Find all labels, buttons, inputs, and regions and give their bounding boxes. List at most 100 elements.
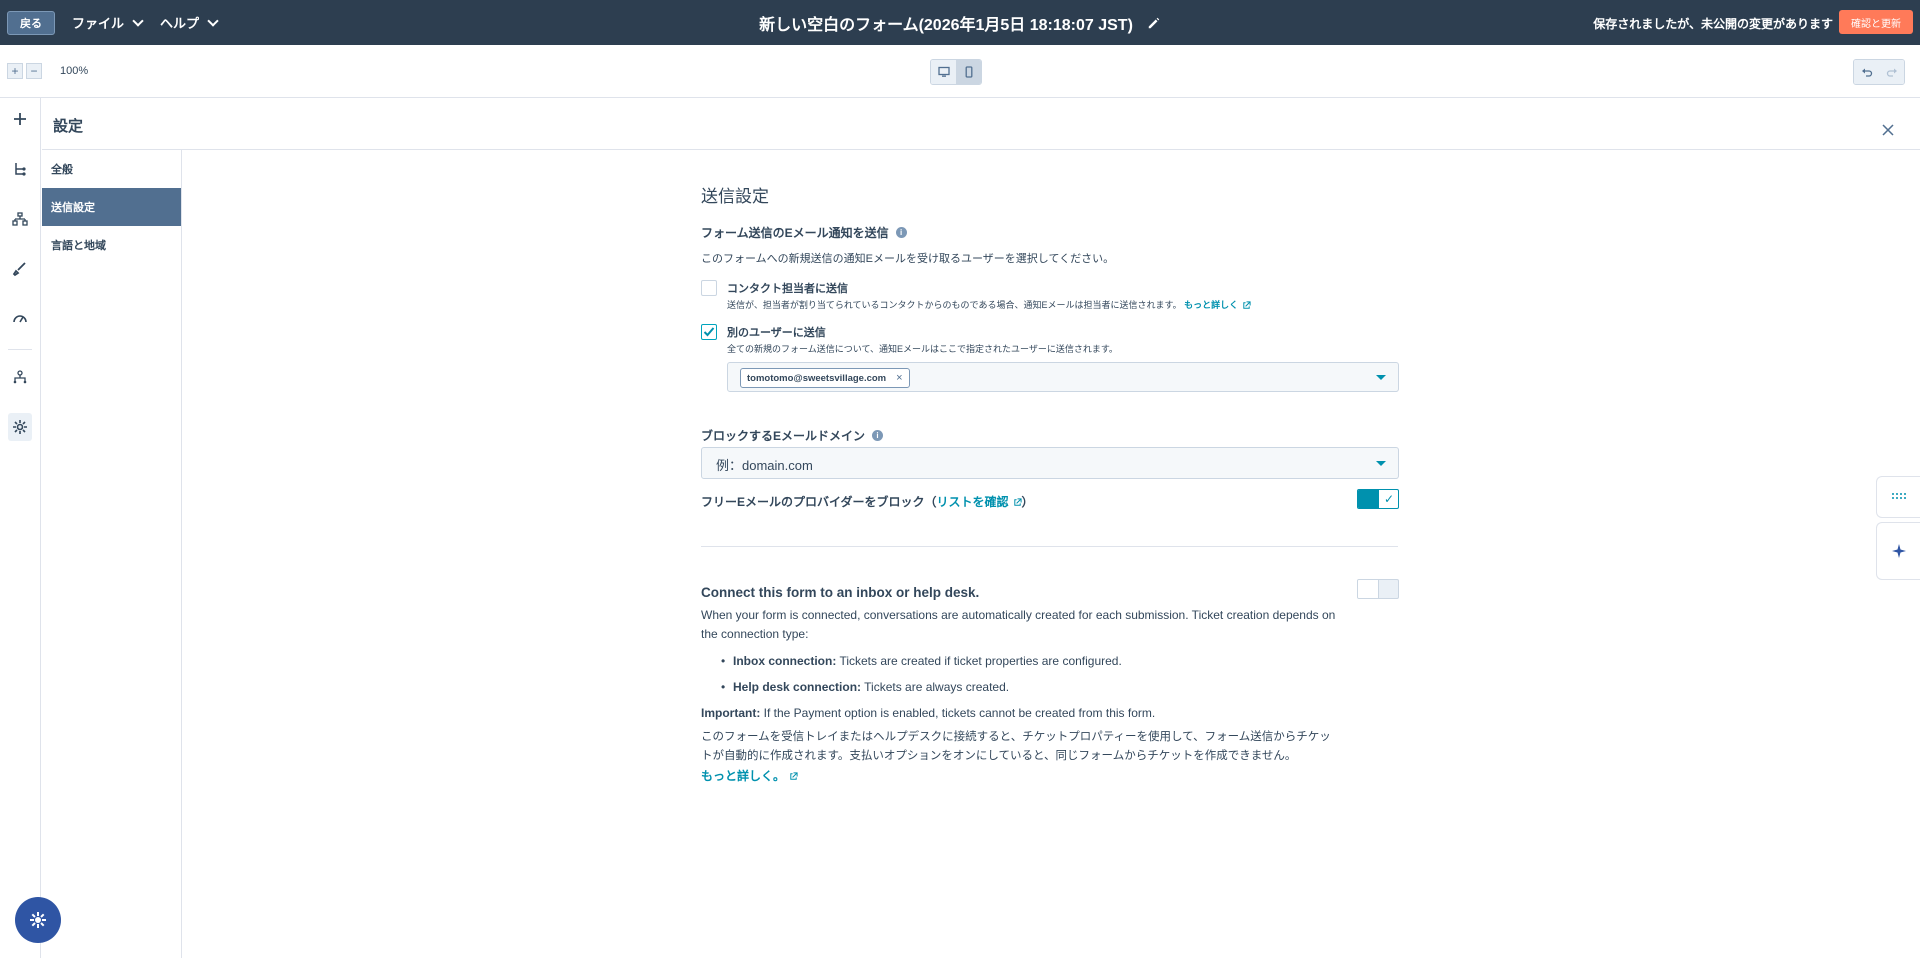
back-button[interactable]: 戻る (7, 10, 55, 35)
panel-title: 設定 (53, 118, 84, 135)
notify-heading-text: フォーム送信のEメール通知を送信 (701, 226, 889, 240)
free-email-block-toggle[interactable]: ✓ (1357, 489, 1399, 509)
external-link-icon (1013, 498, 1022, 507)
review-list-link[interactable]: リストを確認 (937, 493, 1022, 510)
undo-icon (1861, 68, 1872, 77)
grid-panel-tab[interactable] (1876, 476, 1920, 518)
section-title: 送信設定 (701, 187, 769, 206)
top-bar: 戻る ファイル ヘルプ 新しい空白のフォーム(2026年1月5日 18:18:0… (0, 0, 1920, 45)
desktop-icon (937, 66, 950, 77)
user-select[interactable]: tomotomo@sweetsvillage.com × (727, 362, 1399, 392)
connect-learn-more-link[interactable]: もっと詳しく。 (701, 769, 798, 783)
toggle-fill (1358, 490, 1379, 508)
block-heading-text: ブロックするEメールドメイン (701, 429, 866, 443)
free-email-block-label: フリーEメールのプロバイダーをブロック（ リストを確認 ） (701, 493, 1034, 510)
free-email-label-suffix: ） (1021, 495, 1034, 509)
nav-item-general[interactable]: 全般 (42, 150, 181, 188)
contact-owner-label: コンタクト担当者に送信 (727, 283, 848, 295)
contact-owner-help: 送信が、担当者が割り当てられているコンタクトからのものである場合、通知Eメールは… (727, 298, 1251, 311)
grid-dots-icon (1891, 493, 1906, 499)
bullet-helpdesk-text: Tickets are always created. (861, 680, 1010, 694)
user-tag-email: tomotomo@sweetsvillage.com (747, 372, 887, 384)
device-preview-toggle (930, 59, 982, 85)
blocked-domains-placeholder: 例：domain.com (716, 458, 813, 473)
connect-intro: When your form is connected, conversatio… (701, 608, 1336, 641)
redo-icon (1886, 68, 1897, 77)
checkmark-icon: ✓ (1383, 492, 1394, 506)
review-list-link-text: リストを確認 (936, 495, 1009, 509)
info-icon[interactable]: i (872, 430, 884, 441)
gauge-icon[interactable] (8, 307, 32, 331)
dropdown-caret-icon (1376, 461, 1386, 466)
hierarchy-icon[interactable] (8, 365, 32, 389)
left-rail (0, 98, 41, 958)
connect-inbox-toggle[interactable] (1357, 579, 1399, 599)
publish-button[interactable]: 確認と更新 (1839, 10, 1913, 34)
settings-nav: 全般 送信設定 言語と地域 (42, 150, 182, 958)
info-icon[interactable]: i (895, 227, 907, 238)
desktop-preview-button[interactable] (931, 60, 956, 84)
external-link-icon (790, 772, 798, 781)
connect-ja-text: このフォームを受信トレイまたはヘルプデスクに接続すると、チケットプロパティーを使… (701, 731, 1331, 762)
connect-learn-more-text: もっと詳しく。 (701, 769, 786, 783)
other-users-label: 別のユーザーに送信 (727, 327, 826, 339)
redo-button[interactable] (1879, 60, 1904, 84)
zoom-in-button[interactable]: + (7, 63, 23, 79)
settings-panel-header: 設定 (42, 98, 1920, 150)
important-term: Important: (701, 706, 761, 720)
connect-heading: Connect this form to an inbox or help de… (701, 585, 980, 600)
learn-more-link[interactable]: もっと詳しく (1184, 300, 1251, 310)
blocked-domains-select[interactable]: 例：domain.com (701, 447, 1399, 479)
chevron-down-icon (207, 14, 219, 27)
zoom-out-button[interactable]: − (26, 63, 42, 79)
add-icon[interactable] (8, 107, 32, 131)
contact-owner-help-text: 送信が、担当者が割り当てられているコンタクトからのものである場合、通知Eメールは… (727, 300, 1182, 310)
pencil-icon[interactable] (1147, 16, 1161, 30)
bullet-inbox: Inbox connection: Tickets are created if… (721, 654, 1122, 668)
bullet-inbox-text: Tickets are created if ticket properties… (836, 654, 1122, 668)
other-users-help: 全ての新規のフォーム送信について、通知Eメールはここで指定されたユーザーに送信さ… (727, 344, 1118, 354)
undo-button[interactable] (1854, 60, 1879, 84)
help-menu[interactable]: ヘルプ (160, 13, 219, 32)
branching-icon[interactable] (8, 207, 32, 231)
dropdown-caret-icon (1376, 375, 1386, 380)
block-heading: ブロックするEメールドメイン i (701, 427, 884, 444)
learn-more-link-text: もっと詳しく (1184, 300, 1239, 310)
settings-icon[interactable] (8, 413, 32, 441)
notify-heading: フォーム送信のEメール通知を送信 i (701, 224, 907, 241)
mobile-preview-button[interactable] (956, 60, 981, 84)
sparkle-icon (1891, 544, 1906, 558)
rail-divider (8, 349, 32, 350)
external-link-icon (1243, 301, 1251, 309)
mobile-icon (965, 66, 972, 78)
bullet-inbox-term: Inbox connection: (733, 654, 837, 668)
nav-item-language-region[interactable]: 言語と地域 (42, 226, 181, 264)
contact-owner-checkbox[interactable] (701, 280, 717, 296)
file-menu-label: ファイル (72, 16, 125, 31)
section-divider (701, 546, 1398, 547)
tree-icon[interactable] (8, 157, 32, 181)
connect-learn-more: もっと詳しく。 (701, 767, 1341, 786)
free-email-label-prefix: フリーEメールのプロバイダーをブロック（ (701, 495, 937, 509)
help-fab[interactable] (15, 897, 61, 943)
ai-assistant-tab[interactable] (1876, 522, 1920, 580)
bullet-helpdesk: Help desk connection: Tickets are always… (721, 680, 1010, 694)
remove-tag-icon[interactable]: × (896, 372, 902, 384)
save-status: 保存されましたが、未公開の変更があります (1593, 17, 1833, 31)
other-users-checkbox[interactable] (701, 324, 717, 340)
file-menu[interactable]: ファイル (72, 13, 144, 32)
notify-description: このフォームへの新規送信の通知Eメールを受け取るユーザーを選択してください。 (701, 253, 1115, 265)
important-note: Important: If the Payment option is enab… (701, 704, 1341, 723)
checkmark-icon (703, 327, 715, 337)
toggle-knob (1358, 580, 1379, 598)
history-controls (1853, 59, 1905, 85)
brush-icon[interactable] (8, 257, 32, 281)
help-wheel-icon (30, 912, 46, 928)
chevron-down-icon (132, 14, 144, 27)
form-title: 新しい空白のフォーム(2026年1月5日 18:18:07 JST) (759, 16, 1133, 34)
important-text: If the Payment option is enabled, ticket… (760, 706, 1156, 720)
nav-item-submission[interactable]: 送信設定 (42, 188, 181, 226)
close-icon[interactable] (1880, 122, 1896, 138)
user-tag: tomotomo@sweetsvillage.com × (740, 368, 910, 388)
bullet-helpdesk-term: Help desk connection: (733, 680, 862, 694)
